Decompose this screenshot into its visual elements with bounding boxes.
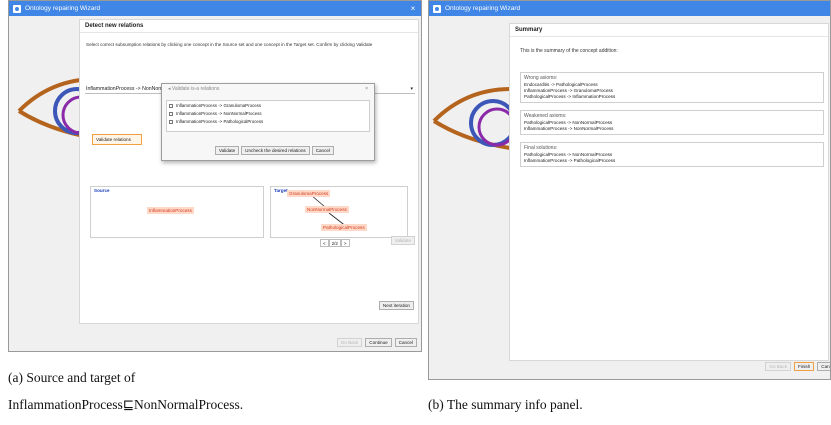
target-node[interactable]: NonNormalProcess: [305, 206, 349, 213]
wizard-buttons: Go Back Finish Canc: [765, 362, 830, 371]
dialog-buttons: Validate Uncheck the desired relations C…: [214, 146, 334, 155]
checkbox[interactable]: [169, 104, 173, 108]
window-title: Ontology repairing Wizard: [445, 5, 521, 12]
next-iteration-button[interactable]: Next iteration: [378, 301, 414, 310]
list-item-label: InflammationProcess -> GranulomaProcess: [176, 103, 262, 108]
page-indicator: 2/2: [328, 239, 341, 247]
dialog-title: ◂ Validate is-a relations ×: [162, 84, 374, 94]
instruction-text: Select correct subsumption relations by …: [86, 42, 373, 47]
uncheck-button[interactable]: Uncheck the desired relations: [241, 146, 310, 155]
checkbox[interactable]: [169, 112, 173, 116]
summary-panel: Summary This is the summary of the conce…: [509, 23, 829, 361]
axiom-item: InflammationProcess -> NonNormalProcess: [524, 126, 614, 131]
pagination: < 2/2 >: [320, 239, 350, 247]
validate-relations-button[interactable]: Validate relations: [92, 134, 142, 145]
wizard-buttons: Go Back Continue Cancel: [336, 338, 417, 347]
axiom-item: PathologicalProcess -> InflammationProce…: [524, 94, 616, 99]
relations-checklist: InflammationProcess -> GranulomaProcess …: [166, 100, 370, 132]
validate-button-disabled[interactable]: Validate: [390, 236, 415, 245]
close-icon[interactable]: ×: [365, 84, 368, 94]
source-set[interactable]: Source InflammationProcess: [90, 186, 264, 238]
caption-a-line2: InflammationProcess⊑NonNormalProcess.: [8, 397, 244, 412]
app-icon: [13, 4, 21, 13]
final-solutions-section: Final solutions: PathologicalProcess -> …: [520, 142, 824, 167]
summary-description: This is the summary of the concept addit…: [520, 48, 618, 54]
title-bar: Ontology repairing Wizard ×: [9, 1, 421, 16]
go-back-button[interactable]: Go Back: [336, 338, 363, 347]
close-icon[interactable]: ×: [405, 4, 421, 13]
continue-button[interactable]: Continue: [365, 338, 392, 347]
app-icon: [433, 4, 441, 13]
panel-heading: Summary: [510, 24, 828, 37]
validate-button[interactable]: Validate: [214, 146, 240, 155]
list-item[interactable]: InflammationProcess -> NonNormalProcess: [169, 110, 367, 118]
cancel-button[interactable]: Cancel: [394, 338, 417, 347]
prev-page-button[interactable]: <: [320, 239, 329, 247]
cancel-button[interactable]: Cancel: [311, 146, 334, 155]
title-bar: Ontology repairing Wizard: [429, 1, 830, 16]
section-title: Weakened axioms:: [524, 113, 567, 119]
checkbox[interactable]: [169, 120, 173, 124]
list-item[interactable]: InflammationProcess -> PathologicalProce…: [169, 118, 367, 126]
finish-button[interactable]: Finish: [794, 362, 815, 371]
wizard-window-summary: Ontology repairing Wizard Summary This i…: [428, 0, 831, 380]
dialog-title-text: Validate is-a relations: [171, 86, 220, 92]
list-item-label: InflammationProcess -> NonNormalProcess: [176, 111, 262, 116]
validate-relations-dialog: ◂ Validate is-a relations × Inflammation…: [161, 83, 375, 161]
wrong-axioms-section: Wrong axioms: Endocarditis -> Pathologic…: [520, 72, 824, 103]
section-title: Wrong axioms:: [524, 75, 558, 81]
axiom-item: InflammationProcess -> PathologicalProce…: [524, 158, 616, 163]
source-label: Source: [94, 188, 110, 193]
target-node[interactable]: PathologicalProcess: [321, 224, 367, 231]
wizard-window-detect: Ontology repairing Wizard × Detect new r…: [8, 0, 422, 352]
panel-heading: Detect new relations: [80, 20, 418, 33]
source-node[interactable]: InflammationProcess: [147, 207, 194, 214]
caption-a-line1: (a) Source and target of: [8, 370, 136, 385]
window-title: Ontology repairing Wizard: [25, 5, 101, 12]
cancel-button[interactable]: Canc: [817, 362, 830, 371]
section-title: Final solutions:: [524, 145, 558, 151]
detect-relations-panel: Detect new relations Select correct subs…: [79, 19, 419, 324]
caption-b: (b) The summary info panel.: [428, 397, 583, 412]
target-set[interactable]: Target GranulomaProcess NonNormalProcess…: [270, 186, 408, 238]
target-node[interactable]: GranulomaProcess: [287, 190, 331, 197]
chevron-down-icon[interactable]: ▾: [410, 84, 413, 94]
weakened-axioms-section: Weakened axioms: PathologicalProcess -> …: [520, 110, 824, 135]
list-item-label: InflammationProcess -> PathologicalProce…: [176, 119, 264, 124]
go-back-button[interactable]: Go Back: [765, 362, 791, 371]
next-page-button[interactable]: >: [340, 239, 350, 247]
list-item[interactable]: InflammationProcess -> GranulomaProcess: [169, 102, 367, 110]
